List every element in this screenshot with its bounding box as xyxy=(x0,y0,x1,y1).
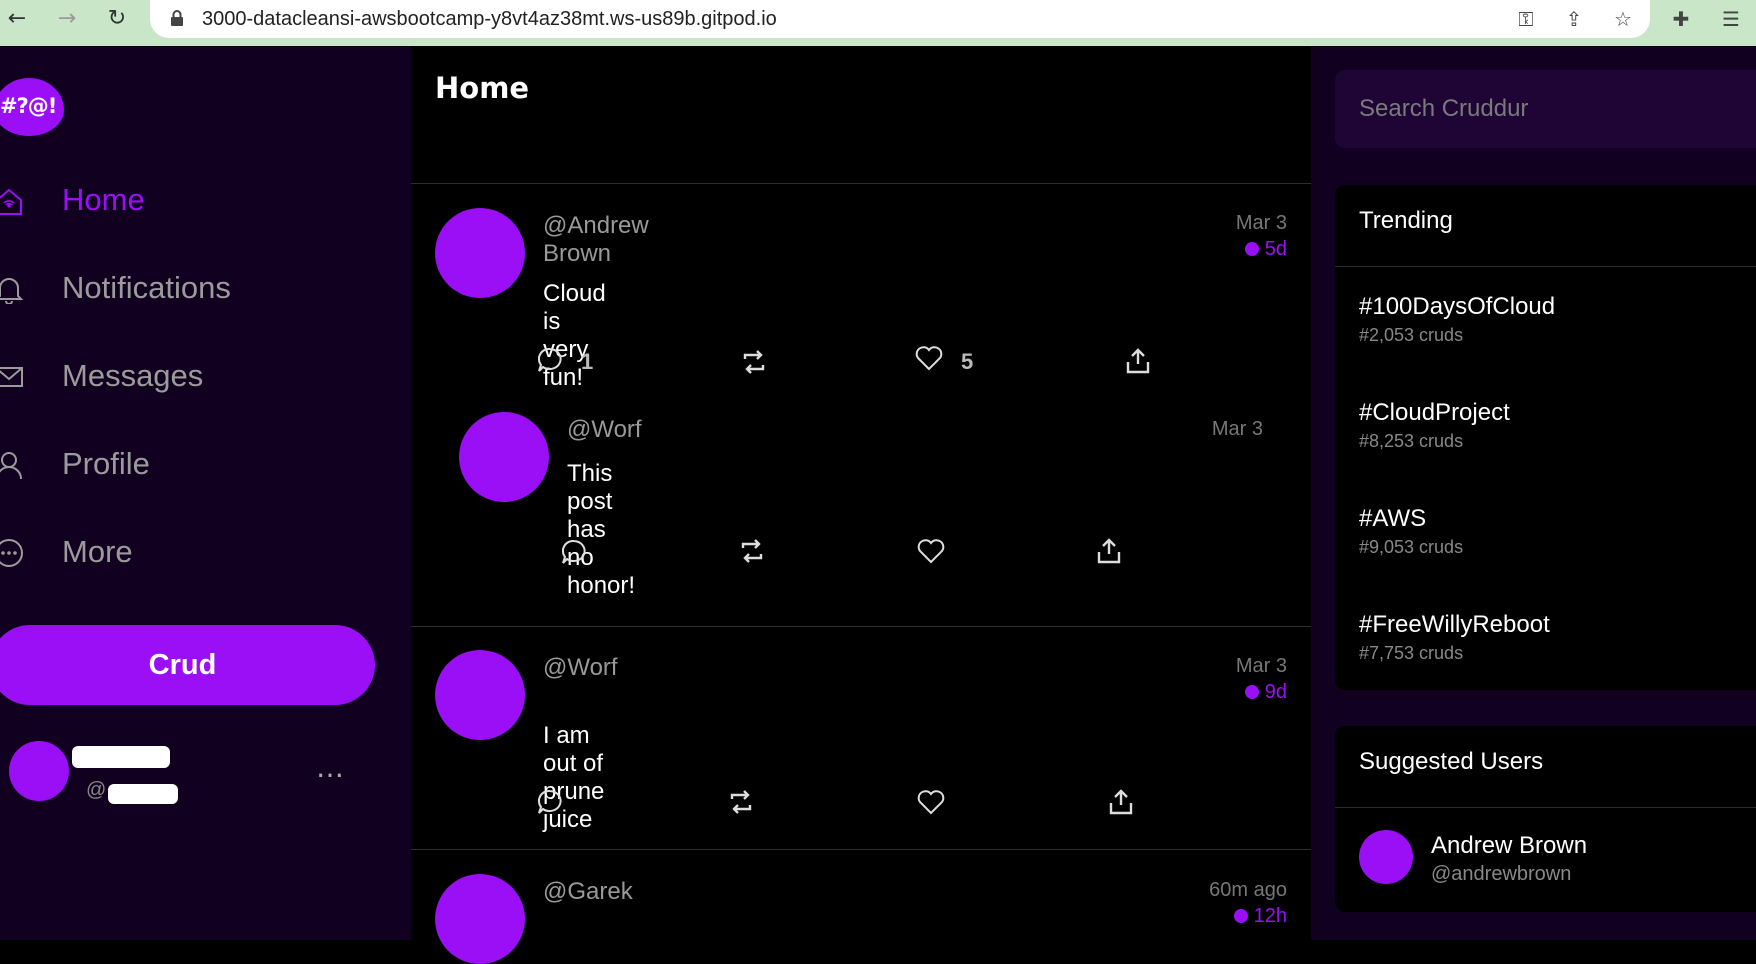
avatar[interactable] xyxy=(435,208,525,298)
sidebar-item-notifications[interactable]: Notifications xyxy=(0,264,380,314)
back-icon[interactable]: ← xyxy=(4,6,30,32)
divider xyxy=(411,183,1311,184)
avatar[interactable] xyxy=(1359,830,1413,884)
page-title: Home xyxy=(435,71,530,105)
post-expiry-value: 9d xyxy=(1264,681,1287,703)
post-message: Cloud is very fun! xyxy=(543,280,606,391)
trend-tag[interactable]: #CloudProject xyxy=(1359,399,1510,427)
crud-button[interactable]: Crud xyxy=(0,625,375,705)
sidebar-item-label: Messages xyxy=(62,358,204,393)
reply-count: 1 xyxy=(581,349,594,374)
more-circle-icon xyxy=(0,539,23,567)
reload-icon[interactable]: ↻ xyxy=(104,6,130,32)
divider xyxy=(1335,266,1756,267)
post-date: Mar 3 xyxy=(1235,655,1287,677)
address-bar[interactable]: 3000-datacleansi-awsbootcamp-y8vt4az38mt… xyxy=(150,0,1650,38)
post-handle[interactable]: @Andrew Brown xyxy=(543,212,649,268)
sidebar-item-profile[interactable]: Profile xyxy=(0,440,380,490)
share-icon[interactable] xyxy=(1094,536,1124,566)
bell-icon xyxy=(0,278,24,304)
share-icon[interactable] xyxy=(1123,346,1153,376)
trend-count: #9,053 cruds xyxy=(1359,537,1464,557)
trend-count: #8,253 cruds xyxy=(1359,431,1464,451)
reply-icon[interactable] xyxy=(535,345,565,375)
post-date: 60m ago xyxy=(1209,879,1287,901)
post-message: This post has no honor! xyxy=(567,460,636,599)
divider xyxy=(411,626,1311,627)
bomb-icon xyxy=(1244,242,1259,256)
star-icon[interactable]: ☆ xyxy=(1610,6,1636,32)
share-icon[interactable]: ⇪ xyxy=(1561,6,1587,32)
reply-icon[interactable] xyxy=(535,787,565,817)
suggested-title: Suggested Users xyxy=(1359,748,1544,775)
right-column: Trending #100DaysOfCloud #2,053 cruds #C… xyxy=(1311,46,1756,940)
post-handle[interactable]: @Worf xyxy=(543,654,618,682)
sidebar-item-messages[interactable]: Messages xyxy=(0,352,380,402)
person-icon xyxy=(0,452,22,480)
repost-icon[interactable] xyxy=(726,787,756,817)
search-input[interactable] xyxy=(1335,70,1756,148)
like-count: 5 xyxy=(961,349,974,374)
sidebar: #?@! Home Notifications Messages Profile xyxy=(0,46,411,940)
post-handle[interactable]: @Worf xyxy=(567,416,642,444)
suggested-user-name[interactable]: Andrew Brown xyxy=(1431,832,1587,860)
sidebar-item-more[interactable]: More xyxy=(0,528,380,578)
post-date: Mar 3 xyxy=(1235,212,1287,234)
extensions-icon[interactable]: ✚ xyxy=(1668,6,1694,32)
home-icon xyxy=(0,188,22,215)
trending-panel: Trending #100DaysOfCloud #2,053 cruds #C… xyxy=(1335,185,1756,690)
divider xyxy=(411,849,1311,850)
avatar[interactable] xyxy=(435,650,525,740)
url-text: 3000-datacleansi-awsbootcamp-y8vt4az38mt… xyxy=(202,8,777,30)
forward-icon[interactable]: → xyxy=(54,6,80,32)
bomb-icon xyxy=(1244,685,1259,699)
redacted-handle xyxy=(108,784,178,804)
avatar[interactable] xyxy=(435,874,525,964)
sidebar-item-label: Profile xyxy=(62,446,150,481)
trending-title: Trending xyxy=(1359,207,1453,234)
share-icon[interactable] xyxy=(1106,787,1136,817)
sidebar-item-label: More xyxy=(62,534,133,569)
feed: Home @Andrew Brown Mar 3 5d Cloud is ver… xyxy=(411,46,1311,964)
bomb-icon xyxy=(1233,909,1248,923)
divider xyxy=(1335,807,1756,808)
suggested-users-panel: Suggested Users Andrew Brown @andrewbrow… xyxy=(1335,726,1756,912)
post-expiry: 5d xyxy=(1171,238,1287,261)
redacted-name xyxy=(72,746,170,768)
post-message: I am out of prune juice xyxy=(543,722,605,833)
logo-text: #?@! xyxy=(0,94,57,118)
envelope-icon xyxy=(0,367,23,387)
reply-icon[interactable] xyxy=(559,537,589,567)
account-more-icon[interactable]: … xyxy=(316,754,345,782)
post-expiry-value: 12h xyxy=(1253,905,1287,927)
avatar[interactable] xyxy=(459,412,549,502)
trend-tag[interactable]: #FreeWillyReboot xyxy=(1359,611,1550,639)
like-icon[interactable] xyxy=(914,343,944,373)
like-icon[interactable] xyxy=(916,536,946,566)
trend-tag[interactable]: #AWS xyxy=(1359,505,1426,533)
post-expiry-value: 5d xyxy=(1264,238,1287,260)
trend-count: #2,053 cruds xyxy=(1359,325,1464,345)
lock-icon xyxy=(171,10,183,26)
avatar[interactable] xyxy=(9,741,69,801)
key-icon[interactable]: ⚿ xyxy=(1513,6,1539,32)
repost-icon[interactable] xyxy=(737,536,767,566)
user-handle: @ xyxy=(86,779,107,801)
post-handle[interactable]: @Garek xyxy=(543,878,633,906)
trend-tag[interactable]: #100DaysOfCloud xyxy=(1359,293,1555,321)
sidebar-item-label: Home xyxy=(62,182,145,217)
trend-count: #7,753 cruds xyxy=(1359,643,1464,663)
repost-icon[interactable] xyxy=(739,347,769,377)
reading-list-icon[interactable]: ☰ xyxy=(1718,6,1744,32)
post-expiry: 9d xyxy=(1171,681,1287,704)
cruddur-logo[interactable]: #?@! xyxy=(0,78,64,136)
post-date: Mar 3 xyxy=(1211,418,1263,440)
browser-toolbar: ← → ↻ 3000-datacleansi-awsbootcamp-y8vt4… xyxy=(0,0,1756,46)
sidebar-item-label: Notifications xyxy=(62,270,231,305)
suggested-user-handle: @andrewbrown xyxy=(1431,863,1572,885)
sidebar-item-home[interactable]: Home xyxy=(0,176,380,226)
post-expiry: 12h xyxy=(1151,905,1287,928)
like-icon[interactable] xyxy=(916,787,946,817)
